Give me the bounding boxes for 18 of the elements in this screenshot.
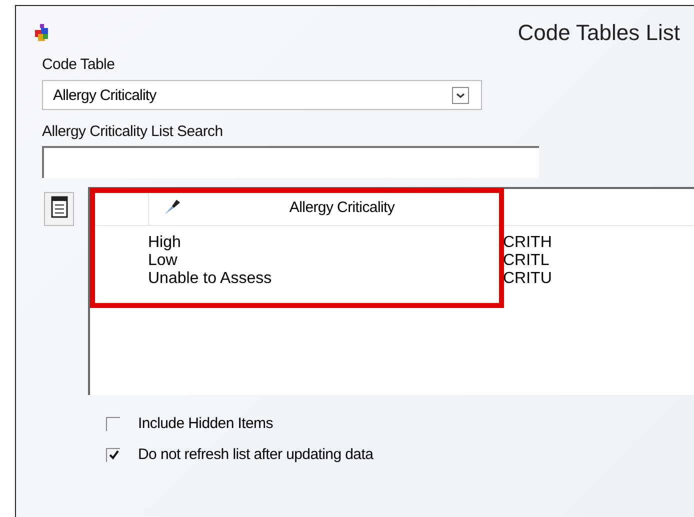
table-cell-text: CRITH: [503, 234, 553, 252]
table-cell-text: CRITL: [503, 252, 550, 270]
checkbox-label: Include Hidden Items: [138, 415, 273, 432]
table-cell-text: Unable to Assess: [148, 270, 273, 288]
window-title: Code Tables List: [518, 20, 680, 46]
search-field[interactable]: [42, 146, 539, 178]
column-header[interactable]: Allergy Criticality: [289, 198, 395, 216]
checkbox[interactable]: [106, 416, 120, 430]
list-options-icon[interactable]: [44, 192, 74, 226]
field-label: Code Table: [42, 56, 116, 73]
table-cell-text: CRITU: [503, 270, 553, 288]
table-cell-text: Low: [148, 252, 178, 270]
field-label: Allergy Criticality List Search: [42, 123, 224, 140]
checkbox-label: Do not refresh list after updating data: [138, 446, 374, 463]
flashlight-icon: [163, 198, 181, 216]
code-table-dropdown[interactable]: Allergy Criticality: [42, 80, 482, 110]
table-cell-text: High: [148, 234, 182, 252]
checkbox[interactable]: [106, 448, 120, 462]
